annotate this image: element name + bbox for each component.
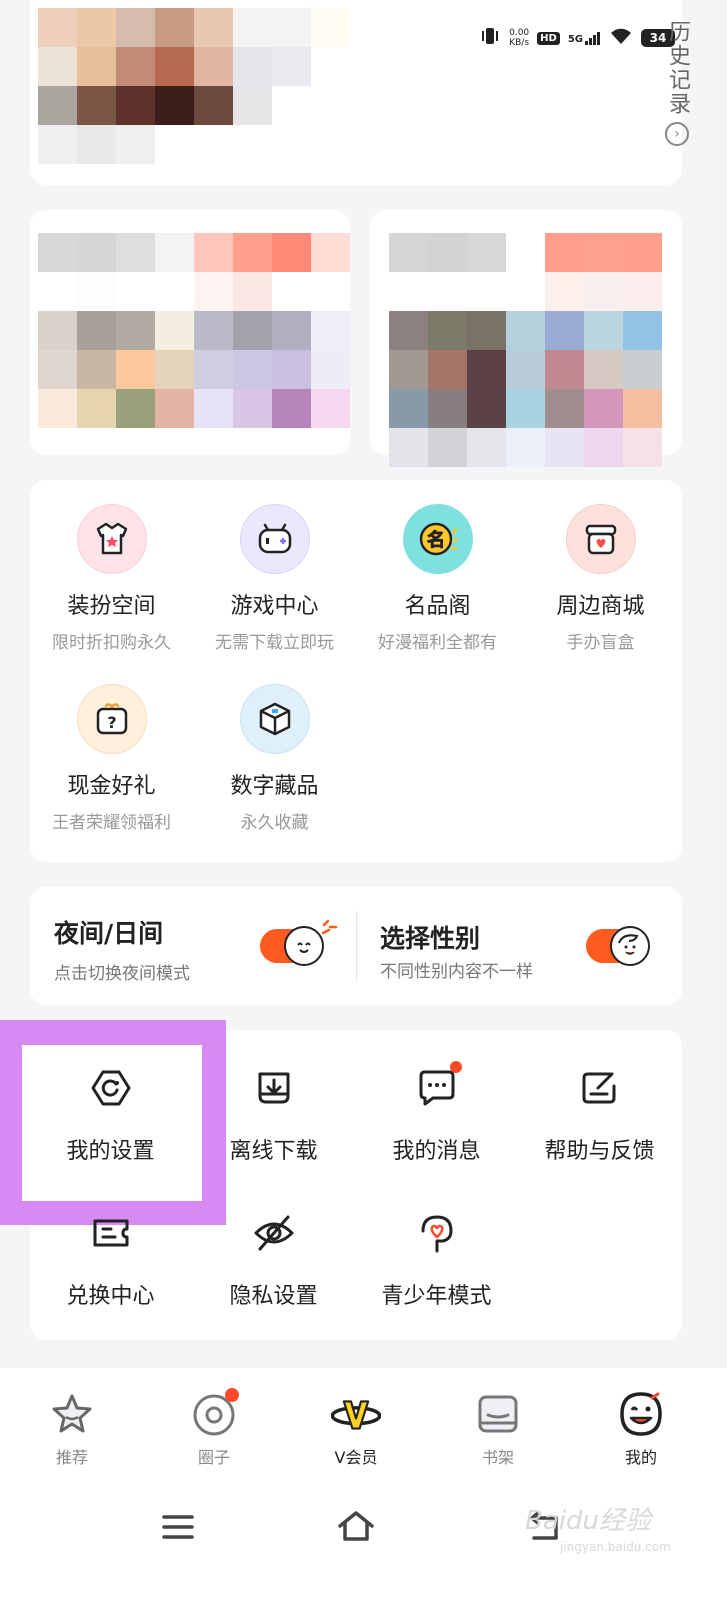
avatar-mosaic	[38, 8, 350, 164]
nav-mine[interactable]: 我的	[591, 1390, 691, 1468]
nav-label: V会员	[334, 1448, 378, 1467]
watermark-sub: jingyan.baidu.com	[560, 1540, 671, 1554]
settings-label: 隐私设置	[229, 1284, 318, 1309]
ming-badge-icon: 名	[402, 504, 473, 574]
nav-label: 书架	[481, 1448, 514, 1467]
toggle-title: 选择性别	[380, 924, 481, 953]
menu-item-digital-collection[interactable]: 数字藏品 永久收藏	[193, 684, 356, 833]
gender-toggle[interactable]: 选择性别 不同性别内容不一样	[356, 887, 682, 1005]
menu-subtitle: 永久收藏	[240, 813, 309, 833]
toggle-card: 夜间/日间 点击切换夜间模式 选择性别 不同性别内容不一样	[30, 887, 682, 1005]
download-tray-icon	[249, 1063, 299, 1113]
svg-text:名: 名	[427, 529, 445, 551]
settings-label: 离线下载	[229, 1139, 318, 1164]
menu-subtitle: 王者荣耀领福利	[52, 813, 171, 833]
nav-label: 我的	[624, 1448, 657, 1467]
svg-text:?: ?	[107, 713, 116, 732]
youth-umbrella-icon	[412, 1208, 462, 1258]
menu-item-game-center[interactable]: 游戏中心 无需下载立即玩	[193, 504, 356, 653]
nav-vip[interactable]: V会员	[306, 1390, 406, 1468]
net-speed: 0.00 KB/s	[509, 28, 530, 48]
menu-subtitle: 限时折扣购永久	[52, 633, 171, 653]
menu-subtitle: 手办盲盒	[566, 633, 635, 653]
gift-question-icon: ?	[76, 684, 147, 754]
settings-label: 青少年模式	[381, 1284, 492, 1309]
nav-bookshelf[interactable]: 书架	[448, 1390, 548, 1468]
wifi-icon	[609, 27, 633, 49]
settings-label: 我的消息	[392, 1139, 481, 1164]
menu-title: 数字藏品	[230, 774, 319, 799]
menu-title: 周边商城	[556, 594, 645, 619]
settings-item-offline-download[interactable]: 离线下载	[192, 1063, 355, 1165]
signal-icon: 5G	[568, 31, 601, 45]
menu-title: 装扮空间	[67, 594, 156, 619]
sun-rays-icon	[321, 919, 338, 935]
nav-label: 圈子	[197, 1448, 230, 1467]
menu-item-dress-space[interactable]: 装扮空间 限时折扣购永久	[30, 504, 193, 653]
menu-item-ming-pavilion[interactable]: 名 名品阁 好漫福利全都有	[356, 504, 519, 653]
gamepad-icon	[239, 504, 310, 574]
message-icon	[412, 1061, 462, 1113]
toggle-subtitle: 不同性别内容不一样	[380, 962, 533, 982]
notification-dot	[225, 1388, 239, 1402]
menu-item-merch-store[interactable]: 周边商城 手办盲盒	[519, 504, 682, 653]
nav-recommend[interactable]: 推荐	[22, 1390, 122, 1468]
history-label: 历史记录	[665, 20, 690, 116]
toggle-title: 夜间/日间	[54, 919, 164, 948]
watermark-main: Baidu经验	[525, 1506, 651, 1536]
eye-off-icon	[249, 1208, 299, 1258]
night-mode-toggle[interactable]: 夜间/日间 点击切换夜间模式	[30, 887, 356, 1005]
menu-subtitle: 好漫福利全都有	[378, 633, 497, 653]
settings-hexagon-icon	[86, 1063, 136, 1113]
history-button[interactable]: 历史记录 ›	[661, 20, 693, 146]
feature-menu-card: 装扮空间 限时折扣购永久 游戏中心 无需下载立即玩 名 名品阁 好漫福利全都有 …	[30, 480, 682, 862]
toggle-subtitle: 点击切换夜间模式	[54, 964, 190, 984]
menu-title: 游戏中心	[230, 594, 319, 619]
bottom-nav: 推荐 圈子 V会员 书架 我的	[0, 1368, 727, 1488]
home-icon[interactable]	[336, 1508, 376, 1548]
bookshelf-icon	[473, 1390, 523, 1440]
settings-item-youth-mode[interactable]: 青少年模式	[355, 1208, 518, 1310]
settings-item-help-feedback[interactable]: 帮助与反馈	[518, 1063, 681, 1165]
settings-label: 兑换中心	[66, 1284, 155, 1309]
star-icon	[47, 1390, 97, 1440]
circle-icon	[189, 1388, 239, 1440]
nav-label: 推荐	[55, 1448, 88, 1467]
menu-icon[interactable]	[160, 1512, 196, 1546]
menu-title: 现金好礼	[67, 774, 156, 799]
vibrate-icon	[479, 26, 501, 50]
settings-label: 帮助与反馈	[544, 1139, 655, 1164]
settings-item-my-settings[interactable]: 我的设置	[29, 1063, 192, 1165]
night-mode-switch[interactable]	[260, 926, 324, 966]
profile-face-icon	[616, 1390, 666, 1440]
cover-mosaic-right	[389, 233, 662, 467]
menu-item-cash-gift[interactable]: ? 现金好礼 王者荣耀领福利	[30, 684, 193, 833]
settings-label: 我的设置	[66, 1139, 155, 1164]
exchange-ticket-icon	[86, 1208, 136, 1258]
nav-circle[interactable]: 圈子	[164, 1388, 264, 1468]
cube-icon	[239, 684, 310, 754]
hd-badge: HD	[537, 31, 560, 45]
settings-item-exchange-center[interactable]: 兑换中心	[29, 1208, 192, 1310]
unread-dot	[449, 1061, 462, 1073]
settings-item-my-messages[interactable]: 我的消息	[355, 1061, 518, 1165]
menu-title: 名品阁	[404, 594, 471, 619]
chevron-right-circle-icon: ›	[665, 122, 689, 146]
shirt-star-icon	[76, 504, 147, 574]
edit-feedback-icon	[575, 1063, 625, 1113]
settings-item-privacy[interactable]: 隐私设置	[192, 1208, 355, 1310]
girl-face-icon	[610, 926, 650, 966]
sun-face-icon	[284, 926, 324, 966]
cover-mosaic-left	[38, 233, 350, 428]
menu-subtitle: 无需下载立即玩	[215, 633, 334, 653]
shop-bag-icon	[565, 504, 636, 574]
status-bar: 0.00 KB/s HD 5G 34	[479, 24, 675, 52]
v-vip-icon	[331, 1390, 381, 1440]
gender-switch[interactable]	[586, 926, 650, 966]
